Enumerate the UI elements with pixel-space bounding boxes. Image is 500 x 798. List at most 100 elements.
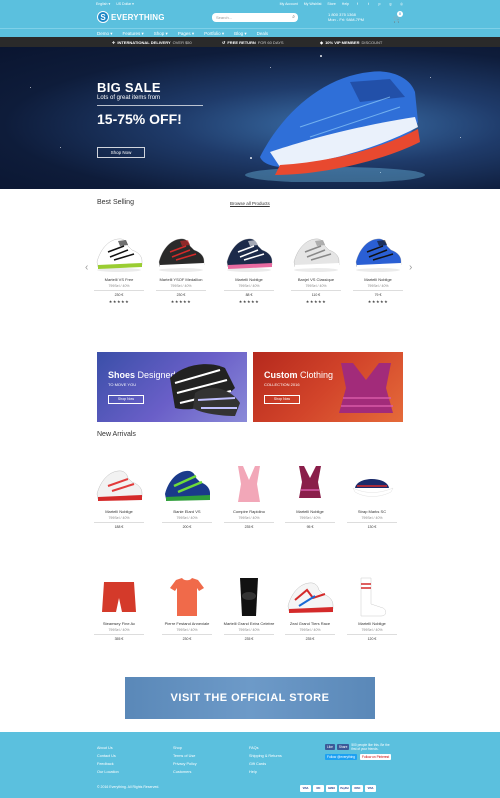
product-name[interactable]: Martelli Noblige — [219, 277, 279, 282]
product-name[interactable]: Zeal Grand Tiers Race — [280, 621, 340, 626]
product-image[interactable] — [219, 576, 279, 618]
cart-button[interactable]: 🛒 0 — [393, 11, 403, 23]
product-name[interactable]: Martelli Noblige — [348, 277, 408, 282]
banner-clothing-button[interactable]: Shop Now — [264, 395, 300, 404]
nav-features[interactable]: Features ▾ — [123, 31, 144, 37]
product-image[interactable] — [89, 464, 149, 506]
product-old-price: 799SeI / 40% — [176, 628, 198, 632]
top-link-account[interactable]: My Account — [280, 2, 298, 6]
product-image[interactable] — [89, 576, 149, 618]
product-name[interactable]: Pierre Festand Annexiale — [157, 621, 217, 626]
nav-shop[interactable]: Shop ▾ — [154, 31, 168, 37]
product-image[interactable] — [151, 232, 211, 274]
product-card[interactable]: Martelli Noblige 799SeI / 40% 120 € — [342, 576, 402, 641]
product-card[interactable]: Martelli Noblige 799SeI / 40% 88 € ★★★★★ — [219, 232, 279, 304]
product-image[interactable] — [219, 232, 279, 274]
footer-link[interactable]: Shop — [173, 744, 197, 752]
nav-deals[interactable]: Deals — [257, 31, 269, 37]
product-price: 79 € — [374, 292, 382, 297]
footer-link[interactable]: About Us — [97, 744, 119, 752]
product-image[interactable] — [219, 464, 279, 506]
banner-shoes-button[interactable]: Shop Now — [108, 395, 144, 404]
product-card[interactable]: Compire Rapidino 799SeI / 40% 235 € — [219, 464, 279, 529]
top-link-store[interactable]: Store — [327, 2, 335, 6]
top-link-wishlist[interactable]: My Wishlist — [304, 2, 322, 6]
product-image[interactable] — [342, 464, 402, 506]
product-name[interactable]: Banjel VS Classique — [286, 277, 346, 282]
product-image[interactable] — [89, 232, 149, 274]
banner-shoes[interactable]: Shoes Designed TO MOVE YOU Shop Now — [97, 352, 247, 422]
footer-link[interactable]: Customers — [173, 768, 197, 776]
product-divider — [224, 290, 274, 291]
search-placeholder: Search... — [216, 15, 233, 20]
product-card[interactable]: Strap Marks SC 799SeI / 40% 130 € — [342, 464, 402, 529]
promo-vip-sub: DISCOUNT — [361, 39, 383, 45]
carousel-prev-icon[interactable]: ‹ — [85, 262, 88, 273]
language-select[interactable]: English ▾ — [96, 2, 110, 6]
nav-pages[interactable]: Pages ▾ — [178, 31, 194, 37]
product-name[interactable]: Steamsey Fine Ac — [89, 621, 149, 626]
product-name[interactable]: Compire Rapidino — [219, 509, 279, 514]
hero-shop-button[interactable]: Shop Now — [97, 147, 145, 158]
search-input[interactable]: Search... ⌕ — [212, 13, 298, 22]
instagram-icon[interactable]: ◎ — [399, 2, 404, 6]
product-card[interactable]: Pierre Festand Annexiale 799SeI / 40% 230 … — [157, 576, 217, 641]
product-image[interactable] — [286, 232, 346, 274]
product-card[interactable]: Martelli Grand Extra Celebre 799SeI / 40%… — [219, 576, 279, 641]
carousel-next-icon[interactable]: › — [409, 262, 412, 273]
site-logo[interactable]: S EVERYTHING — [97, 11, 165, 23]
browse-all-products-link[interactable]: Browse all Products — [230, 201, 270, 206]
product-name[interactable]: Banie Elard VS — [157, 509, 217, 514]
product-card[interactable]: Martelli VS Free 799SeI / 40% 230 € ★★★★★ — [89, 232, 149, 304]
pinterest-icon[interactable]: p — [377, 2, 382, 6]
footer-link[interactable]: Help — [249, 768, 282, 776]
product-name[interactable]: Strap Marks SC — [342, 509, 402, 514]
footer-link[interactable]: Privacy Policy — [173, 760, 197, 768]
pinterest-follow-button[interactable]: Follow on Pinterest — [360, 754, 392, 761]
product-card[interactable]: Steamsey Fine Ac 799SeI / 40% 355 € — [89, 576, 149, 641]
product-card[interactable]: Martelli YSOF Medallion 799SeI / 40% 230 €… — [151, 232, 211, 304]
product-card[interactable]: Martelli Noblige 799SeI / 40% 79 € ★★★★★ — [348, 232, 408, 304]
product-image[interactable] — [157, 576, 217, 618]
footer-link[interactable]: Terms of Use — [173, 752, 197, 760]
product-card[interactable]: Martelli Noblige 799SeI / 40% 95 € — [280, 464, 340, 529]
product-name[interactable]: Martelli Noblige — [89, 509, 149, 514]
site-footer: About Us Contact Us Feedback Our Locatio… — [0, 732, 500, 798]
search-icon[interactable]: ⌕ — [292, 13, 295, 22]
top-link-help[interactable]: Help — [342, 2, 349, 6]
nav-blog[interactable]: Blog ▾ — [234, 31, 247, 37]
product-card[interactable]: Zeal Grand Tiers Race 799SeI / 40% 235 € — [280, 576, 340, 641]
facebook-icon[interactable]: f — [355, 2, 360, 6]
footer-link[interactable]: Gift Cards — [249, 760, 282, 768]
twitter-icon[interactable]: t — [366, 2, 371, 6]
google-plus-icon[interactable]: g — [388, 2, 393, 6]
official-store-banner[interactable]: VISIT THE OFFICIAL STORE — [125, 677, 375, 719]
footer-link[interactable]: Feedback — [97, 760, 119, 768]
product-image[interactable] — [157, 464, 217, 506]
product-name[interactable]: Martelli Noblige — [280, 509, 340, 514]
facebook-share-button[interactable]: Share — [336, 744, 350, 750]
nav-demo[interactable]: Demo ▾ — [97, 31, 113, 37]
product-card[interactable]: Banie Elard VS 799SeI / 40% 200 € — [157, 464, 217, 529]
twitter-follow-button[interactable]: Follow @everything — [325, 754, 358, 761]
product-image[interactable] — [348, 232, 408, 274]
product-old-price: 799SeI / 40% — [176, 516, 198, 520]
product-name[interactable]: Martelli YSOF Medallion — [151, 277, 211, 282]
currency-select[interactable]: US Dollar ▾ — [116, 2, 134, 6]
product-name[interactable]: Martelli VS Free — [89, 277, 149, 282]
product-card[interactable]: Martelli Noblige 799SeI / 40% 188 € — [89, 464, 149, 529]
footer-link[interactable]: Our Location — [97, 768, 119, 776]
product-name[interactable]: Martelli Noblige — [342, 621, 402, 626]
product-image[interactable] — [342, 576, 402, 618]
footer-link[interactable]: Contact Us — [97, 752, 119, 760]
product-image[interactable] — [280, 464, 340, 506]
footer-link[interactable]: Shipping & Returns — [249, 752, 282, 760]
facebook-like-button[interactable]: Like — [325, 744, 335, 750]
banner-clothing[interactable]: Custom Clothing COLLECTION 2016 Shop Now — [253, 352, 403, 422]
product-old-price: 799SeI / 40% — [108, 284, 130, 288]
nav-portfolio[interactable]: Portfolio ▾ — [204, 31, 224, 37]
footer-link[interactable]: FAQs — [249, 744, 282, 752]
product-card[interactable]: Banjel VS Classique 799SeI / 40% 110 € ★★★★… — [286, 232, 346, 304]
product-name[interactable]: Martelli Grand Extra Celebre — [219, 621, 279, 626]
product-image[interactable] — [280, 576, 340, 618]
